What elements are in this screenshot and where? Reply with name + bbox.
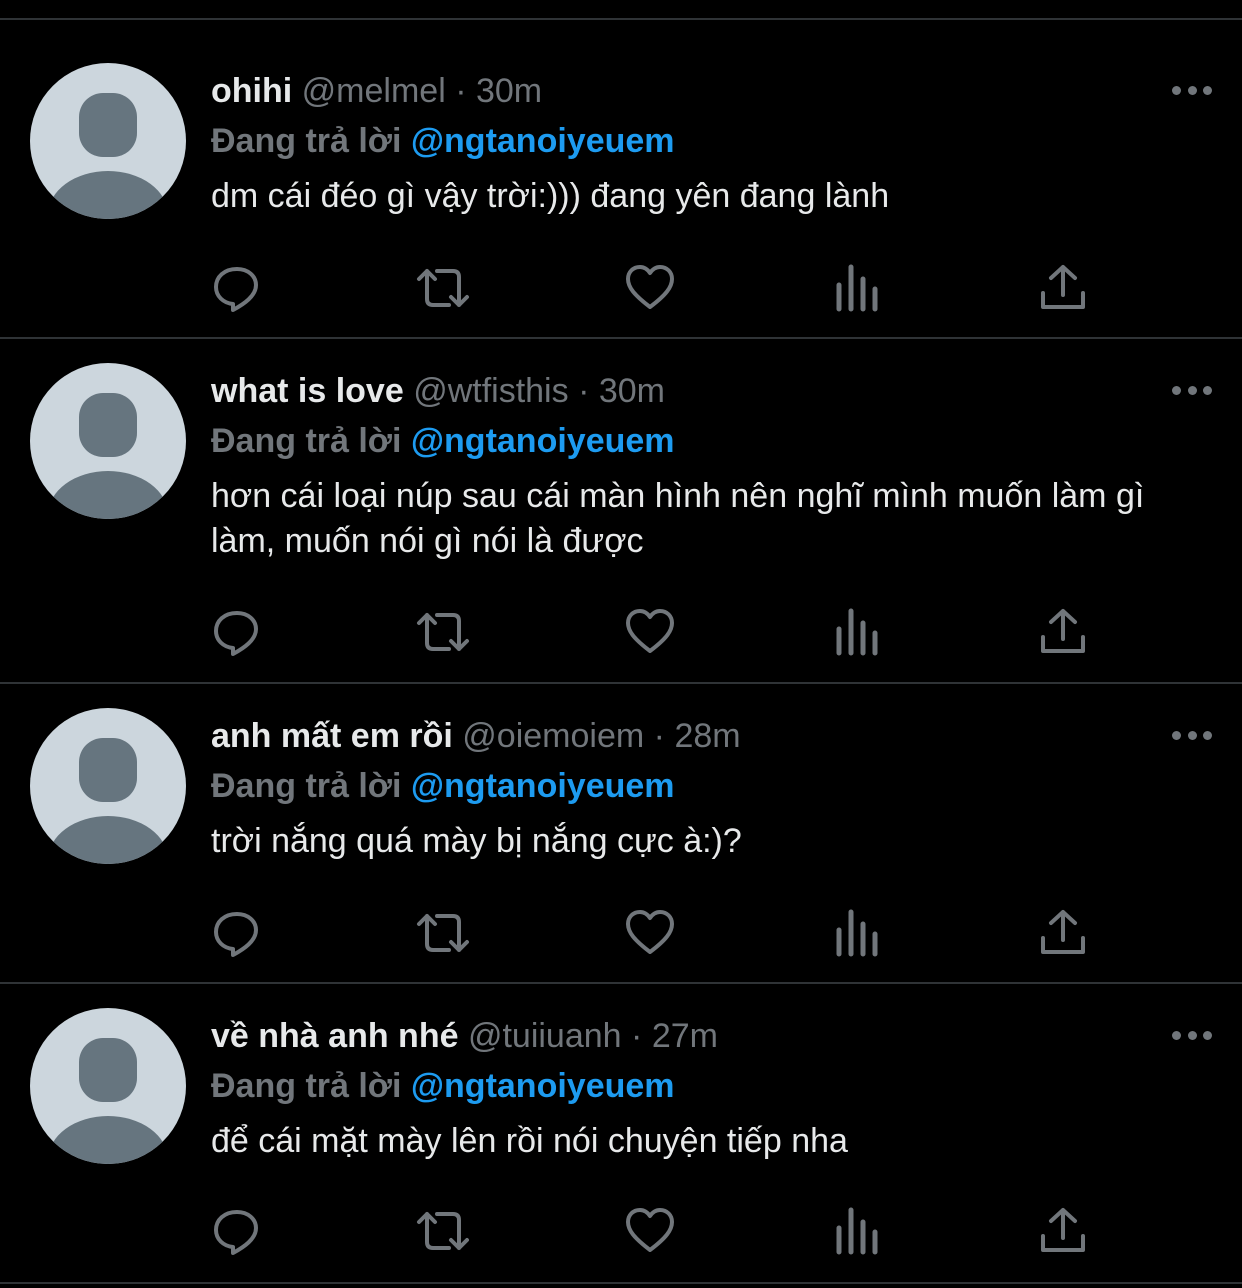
tweet[interactable]: về nhà anh nhé @tuiiuanh · 27m Đang trả … <box>0 984 1242 1284</box>
share-icon[interactable] <box>1037 263 1089 313</box>
reply-prefix: Đang trả lời <box>211 122 402 160</box>
tweet-header: what is love @wtfisthis · 30m <box>211 371 1202 411</box>
reply-icon[interactable] <box>211 263 263 313</box>
avatar[interactable] <box>30 63 186 219</box>
user-handle[interactable]: @tuiiuanh <box>468 1017 622 1055</box>
tweet[interactable]: anh mất em rồi @oiemoiem · 28m Đang trả … <box>0 684 1242 984</box>
reply-handle-link[interactable]: @ngtanoiyeuem <box>411 122 675 160</box>
like-icon[interactable] <box>624 908 676 958</box>
reply-icon[interactable] <box>211 1206 263 1256</box>
default-profile-icon <box>48 93 168 219</box>
user-handle[interactable]: @melmel <box>302 72 446 110</box>
like-icon[interactable] <box>624 607 676 657</box>
display-name[interactable]: what is love <box>211 372 404 410</box>
separator-dot: · <box>455 72 467 110</box>
reply-prefix: Đang trả lời <box>211 422 402 460</box>
action-bar <box>211 263 1091 313</box>
timestamp[interactable]: 27m <box>652 1017 718 1055</box>
like-icon[interactable] <box>624 263 676 313</box>
reply-icon[interactable] <box>211 908 263 958</box>
tweet-content: ohihi @melmel · 30m Đang trả lời @ngtano… <box>211 71 1202 219</box>
reply-prefix: Đang trả lời <box>211 1067 402 1105</box>
tweet-content: what is love @wtfisthis · 30m Đang trả l… <box>211 371 1202 564</box>
analytics-icon[interactable] <box>831 908 883 958</box>
retweet-icon[interactable] <box>415 607 469 657</box>
separator-dot: · <box>578 372 590 410</box>
analytics-icon[interactable] <box>831 607 883 657</box>
share-icon[interactable] <box>1037 1206 1089 1256</box>
tweet-header: anh mất em rồi @oiemoiem · 28m <box>211 716 1202 756</box>
analytics-icon[interactable] <box>831 1206 883 1256</box>
reply-handle-link[interactable]: @ngtanoiyeuem <box>411 767 675 805</box>
default-profile-icon <box>48 393 168 519</box>
tweet-header: về nhà anh nhé @tuiiuanh · 27m <box>211 1016 1202 1056</box>
reply-context: Đang trả lời @ngtanoiyeuem <box>211 766 1202 806</box>
user-handle[interactable]: @wtfisthis <box>413 372 568 410</box>
default-profile-icon <box>48 738 168 864</box>
avatar[interactable] <box>30 708 186 864</box>
more-options-icon[interactable] <box>1172 384 1212 396</box>
tweet-text: để cái mặt mày lên rồi nói chuyện tiếp n… <box>211 1122 848 1160</box>
top-divider <box>0 0 1242 20</box>
tweet[interactable]: ohihi @melmel · 30m Đang trả lời @ngtano… <box>0 20 1242 339</box>
more-options-icon[interactable] <box>1172 1029 1212 1041</box>
separator-dot: · <box>653 717 665 755</box>
reply-handle-link[interactable]: @ngtanoiyeuem <box>411 422 675 460</box>
retweet-icon[interactable] <box>415 908 469 958</box>
like-icon[interactable] <box>624 1206 676 1256</box>
avatar[interactable] <box>30 1008 186 1164</box>
tweet-text: hơn cái loại núp sau cái màn hình nên ng… <box>211 477 1145 560</box>
more-options-icon[interactable] <box>1172 729 1212 741</box>
timestamp[interactable]: 30m <box>476 72 542 110</box>
share-icon[interactable] <box>1037 607 1089 657</box>
more-options-icon[interactable] <box>1172 84 1212 96</box>
reply-prefix: Đang trả lời <box>211 767 402 805</box>
action-bar <box>211 1206 1091 1256</box>
tweet-content: về nhà anh nhé @tuiiuanh · 27m Đang trả … <box>211 1016 1202 1164</box>
tweet[interactable]: what is love @wtfisthis · 30m Đang trả l… <box>0 339 1242 684</box>
tweet-header: ohihi @melmel · 30m <box>211 71 1202 111</box>
reply-context: Đang trả lời @ngtanoiyeuem <box>211 421 1202 461</box>
analytics-icon[interactable] <box>831 263 883 313</box>
display-name[interactable]: anh mất em rồi <box>211 717 453 755</box>
reply-context: Đang trả lời @ngtanoiyeuem <box>211 121 1202 161</box>
user-handle[interactable]: @oiemoiem <box>462 717 644 755</box>
retweet-icon[interactable] <box>415 1206 469 1256</box>
tweet-text: dm cái đéo gì vậy trời:))) đang yên đang… <box>211 177 890 215</box>
action-bar <box>211 908 1091 958</box>
avatar[interactable] <box>30 363 186 519</box>
separator-dot: · <box>631 1017 643 1055</box>
retweet-icon[interactable] <box>415 263 469 313</box>
reply-icon[interactable] <box>211 607 263 657</box>
action-bar <box>211 607 1091 657</box>
reply-context: Đang trả lời @ngtanoiyeuem <box>211 1066 1202 1106</box>
tweet-content: anh mất em rồi @oiemoiem · 28m Đang trả … <box>211 716 1202 864</box>
share-icon[interactable] <box>1037 908 1089 958</box>
default-profile-icon <box>48 1038 168 1164</box>
reply-handle-link[interactable]: @ngtanoiyeuem <box>411 1067 675 1105</box>
display-name[interactable]: ohihi <box>211 72 292 110</box>
timestamp[interactable]: 28m <box>674 717 740 755</box>
timestamp[interactable]: 30m <box>599 372 665 410</box>
tweet-text: trời nắng quá mày bị nắng cực à:)? <box>211 822 742 860</box>
display-name[interactable]: về nhà anh nhé <box>211 1017 459 1055</box>
